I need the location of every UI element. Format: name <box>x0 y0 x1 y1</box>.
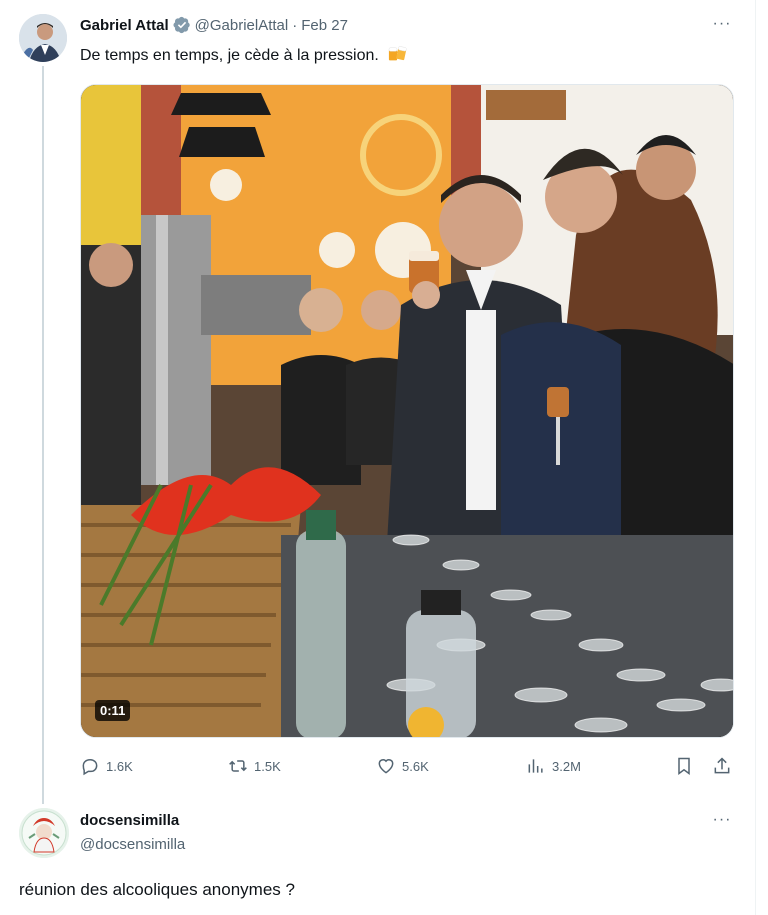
tweet-gabriel-attal[interactable]: Gabriel Attal @GabrielAttal · Feb 27 ···… <box>0 0 756 804</box>
separator-dot: · <box>292 16 298 34</box>
tweet-actions: 1.6K 1.5K 5.6K 3.2M <box>80 756 740 780</box>
repost-count: 1.5K <box>254 758 281 774</box>
handle[interactable]: @GabrielAttal <box>195 17 289 34</box>
reply-button[interactable]: 1.6K <box>80 756 133 776</box>
timestamp[interactable]: Feb 27 <box>301 17 348 34</box>
verified-badge-icon[interactable] <box>173 16 191 34</box>
bookmark-icon <box>678 757 690 775</box>
display-name[interactable]: docsensimilla <box>80 812 179 829</box>
video-player[interactable]: 0:11 <box>80 84 734 738</box>
more-options-button[interactable]: ··· <box>710 14 734 38</box>
tweet-text: De temps en temps, je cède à la pression… <box>80 44 409 65</box>
avatar[interactable] <box>19 14 67 62</box>
reply-text: réunion des alcooliques anonymes ? <box>19 880 295 899</box>
more-options-button[interactable]: ··· <box>710 810 734 834</box>
thread-line <box>42 66 44 804</box>
repost-icon <box>229 760 247 772</box>
handle[interactable]: @docsensimilla <box>80 836 185 853</box>
like-count: 5.6K <box>402 758 429 774</box>
tweet-text-content: De temps en temps, je cède à la pression… <box>80 47 379 64</box>
avatar[interactable] <box>19 808 69 858</box>
views-button[interactable]: 3.2M <box>526 756 581 776</box>
like-button[interactable]: 5.6K <box>376 756 429 776</box>
share-button[interactable] <box>712 756 732 776</box>
display-name[interactable]: Gabriel Attal <box>80 17 169 34</box>
views-chart-icon <box>528 759 543 773</box>
share-icon <box>714 757 730 774</box>
reply-count: 1.6K <box>106 758 133 774</box>
views-count: 3.2M <box>552 758 581 774</box>
heart-icon <box>378 759 394 774</box>
video-duration: 0:11 <box>95 700 131 721</box>
reply-icon <box>82 759 98 776</box>
repost-button[interactable]: 1.5K <box>228 756 281 776</box>
bookmark-button[interactable] <box>674 756 694 776</box>
tweet-header: Gabriel Attal @GabrielAttal · Feb 27 <box>80 16 348 34</box>
beer-mugs-icon <box>388 46 407 61</box>
video-thumbnail <box>81 85 733 737</box>
